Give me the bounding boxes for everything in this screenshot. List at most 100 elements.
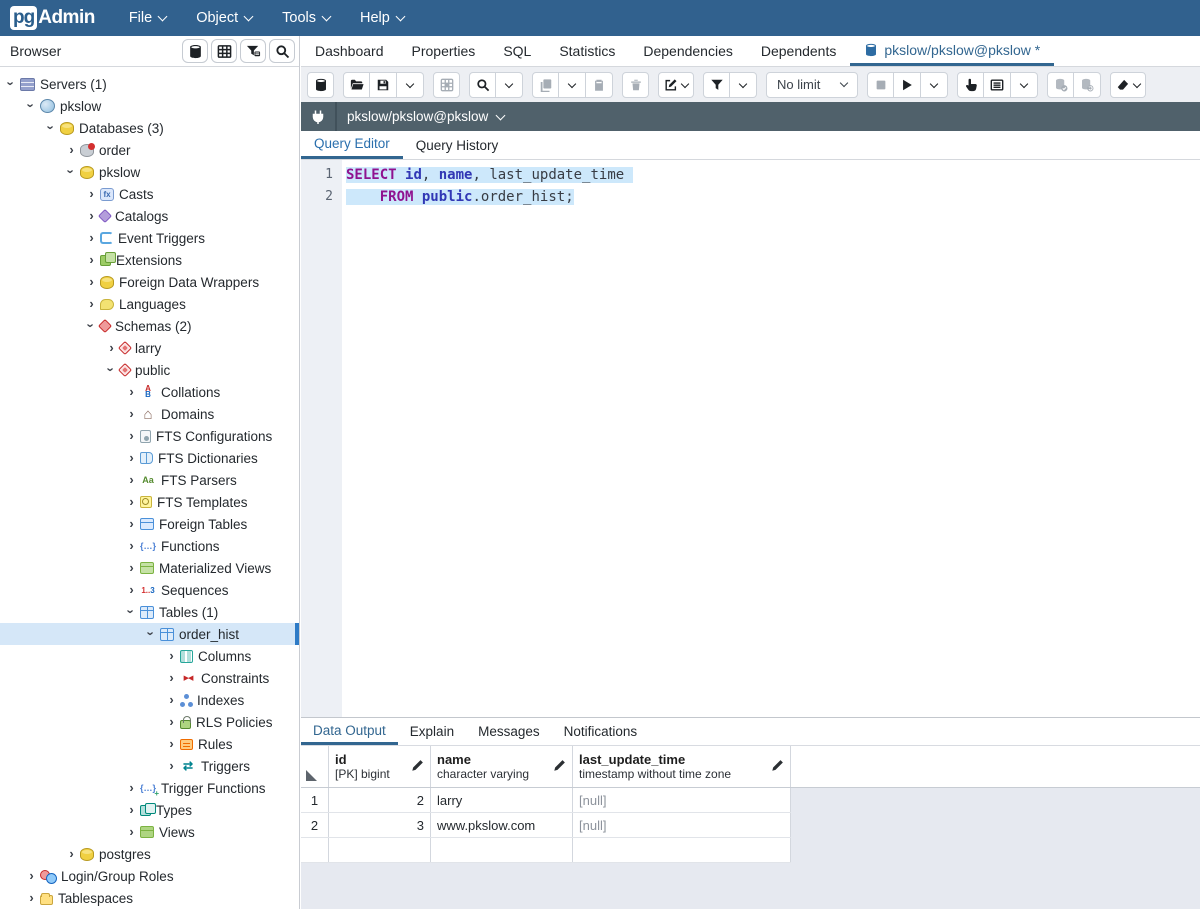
copy-button[interactable] (532, 72, 559, 98)
row-number[interactable] (301, 838, 329, 862)
tree-item-triggers[interactable]: ›Triggers (0, 755, 299, 777)
open-file-button[interactable] (343, 72, 370, 98)
clear-button[interactable] (1110, 72, 1146, 98)
save-file-button[interactable] (370, 72, 397, 98)
limit-select[interactable]: No limit (766, 72, 858, 98)
chevron-expanded-icon[interactable]: › (144, 627, 159, 642)
tree-item-tables-1[interactable]: ›Tables (1) (0, 601, 299, 623)
tab-explain[interactable]: Explain (398, 718, 466, 745)
query-tool-button[interactable] (182, 39, 208, 63)
chevron-collapsed-icon[interactable]: › (124, 781, 139, 796)
cell-name[interactable]: www.pkslow.com (431, 813, 573, 837)
menu-help[interactable]: Help (360, 10, 404, 26)
tree-item-trigger-functions[interactable]: ›Trigger Functions (0, 777, 299, 799)
chevron-collapsed-icon[interactable]: › (124, 803, 139, 818)
save-options-button[interactable] (397, 72, 424, 98)
tab-statistics[interactable]: Statistics (545, 36, 629, 66)
chevron-collapsed-icon[interactable]: › (24, 891, 39, 906)
chevron-collapsed-icon[interactable]: › (124, 429, 139, 444)
filter-button[interactable] (703, 72, 730, 98)
sql-editor[interactable]: 12 SELECT id, name, last_update_time FRO… (301, 160, 1200, 717)
cell-id[interactable]: 2 (329, 788, 431, 812)
cell-last-update-time[interactable]: [null] (573, 788, 791, 812)
tab-properties[interactable]: Properties (398, 36, 490, 66)
chevron-collapsed-icon[interactable]: › (124, 407, 139, 422)
tree-item-materialized-views[interactable]: ›Materialized Views (0, 557, 299, 579)
edit-column-icon[interactable] (553, 759, 566, 775)
row-number[interactable]: 2 (301, 813, 329, 837)
explain-analyze-button[interactable] (984, 72, 1011, 98)
chevron-collapsed-icon[interactable]: › (124, 495, 139, 510)
rollback-button[interactable] (1074, 72, 1101, 98)
tab-dependents[interactable]: Dependents (747, 36, 851, 66)
tab-query-history[interactable]: Query History (403, 131, 512, 159)
column-header-id[interactable]: id[PK] bigint (329, 746, 431, 787)
tree-item-languages[interactable]: ›Languages (0, 293, 299, 315)
tree-item-rules[interactable]: ›Rules (0, 733, 299, 755)
tree-item-types[interactable]: ›Types (0, 799, 299, 821)
tree-item-order[interactable]: ›order (0, 139, 299, 161)
chevron-collapsed-icon[interactable]: › (24, 869, 39, 884)
edit-grid-button[interactable] (433, 72, 460, 98)
chevron-collapsed-icon[interactable]: › (84, 209, 99, 224)
row-number[interactable]: 1 (301, 788, 329, 812)
tree-item-servers-1[interactable]: ›Servers (1) (0, 73, 299, 95)
tree-item-event-triggers[interactable]: ›Event Triggers (0, 227, 299, 249)
chevron-collapsed-icon[interactable]: › (84, 231, 99, 246)
chevron-expanded-icon[interactable]: › (64, 165, 79, 180)
edit-column-icon[interactable] (411, 759, 424, 775)
tree-item-constraints[interactable]: ›Constraints (0, 667, 299, 689)
chevron-collapsed-icon[interactable]: › (164, 715, 179, 730)
chevron-expanded-icon[interactable]: › (124, 605, 139, 620)
connection-status-icon[interactable] (301, 102, 337, 131)
column-header-name[interactable]: namecharacter varying (431, 746, 573, 787)
explain-button[interactable] (957, 72, 984, 98)
tree-item-functions[interactable]: ›Functions (0, 535, 299, 557)
tree-item-login-group-roles[interactable]: ›Login/Group Roles (0, 865, 299, 887)
chevron-expanded-icon[interactable]: › (84, 319, 99, 334)
cell-id[interactable] (329, 838, 431, 862)
execute-button[interactable] (894, 72, 921, 98)
tree-item-postgres[interactable]: ›postgres (0, 843, 299, 865)
view-data-button[interactable] (211, 39, 237, 63)
chevron-collapsed-icon[interactable]: › (124, 561, 139, 576)
tree-item-domains[interactable]: ›Domains (0, 403, 299, 425)
chevron-collapsed-icon[interactable]: › (124, 539, 139, 554)
chevron-collapsed-icon[interactable]: › (84, 297, 99, 312)
stop-button[interactable] (867, 72, 894, 98)
column-header-last-update-time[interactable]: last_update_timetimestamp without time z… (573, 746, 791, 787)
tab-notifications[interactable]: Notifications (552, 718, 650, 745)
tab-dashboard[interactable]: Dashboard (301, 36, 398, 66)
cell-last-update-time[interactable]: [null] (573, 813, 791, 837)
tree-item-views[interactable]: ›Views (0, 821, 299, 843)
chevron-collapsed-icon[interactable]: › (124, 385, 139, 400)
tab-dependencies[interactable]: Dependencies (629, 36, 747, 66)
menu-tools[interactable]: Tools (282, 10, 330, 26)
editor-code[interactable]: SELECT id, name, last_update_time FROM p… (342, 160, 1200, 717)
tree-item-casts[interactable]: ›Casts (0, 183, 299, 205)
tree-item-pkslow[interactable]: ›pkslow (0, 161, 299, 183)
menu-object[interactable]: Object (196, 10, 252, 26)
chevron-expanded-icon[interactable]: › (24, 99, 39, 114)
filtered-rows-button[interactable] (240, 39, 266, 63)
tree-item-fts-templates[interactable]: ›FTS Templates (0, 491, 299, 513)
tree-item-databases-3[interactable]: ›Databases (3) (0, 117, 299, 139)
tree-item-extensions[interactable]: ›Extensions (0, 249, 299, 271)
chevron-collapsed-icon[interactable]: › (164, 671, 179, 686)
tab-pkslow-pkslow-pkslow[interactable]: pkslow/pkslow@pkslow * (850, 36, 1054, 66)
chevron-collapsed-icon[interactable]: › (84, 275, 99, 290)
chevron-collapsed-icon[interactable]: › (124, 451, 139, 466)
execute-options-button[interactable] (921, 72, 948, 98)
filter-options-button[interactable] (730, 72, 757, 98)
cell-name[interactable] (431, 838, 573, 862)
select-all-cells-button[interactable] (301, 746, 329, 787)
tree-item-pkslow[interactable]: ›pkslow (0, 95, 299, 117)
paste-button[interactable] (586, 72, 613, 98)
cell-name[interactable]: larry (431, 788, 573, 812)
chevron-collapsed-icon[interactable]: › (164, 737, 179, 752)
chevron-collapsed-icon[interactable]: › (124, 473, 139, 488)
chevron-collapsed-icon[interactable]: › (164, 693, 179, 708)
chevron-collapsed-icon[interactable]: › (84, 253, 99, 268)
chevron-collapsed-icon[interactable]: › (164, 759, 179, 774)
chevron-collapsed-icon[interactable]: › (64, 143, 79, 158)
